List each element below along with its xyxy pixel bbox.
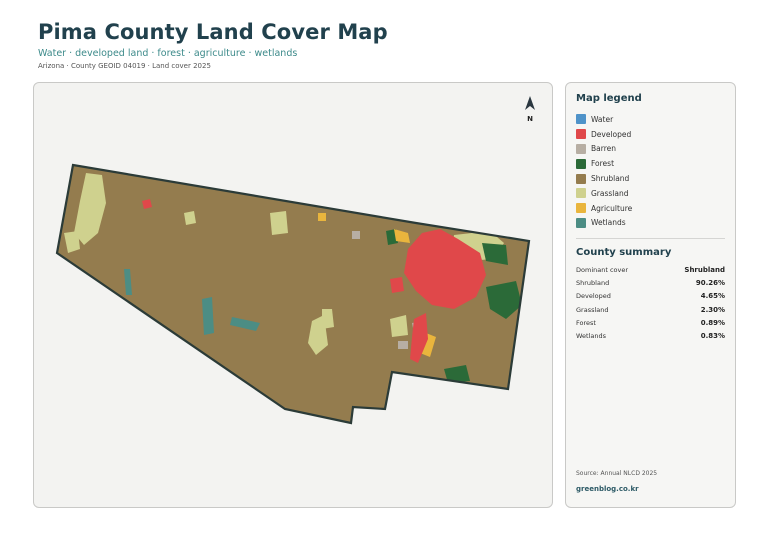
summary-row: Dominant cover Shrubland (576, 263, 725, 276)
data-source: Source: Annual NLCD 2025 (576, 470, 658, 477)
legend-swatch-agriculture (576, 203, 586, 214)
legend-swatch-developed (576, 129, 586, 140)
developed-area (390, 277, 404, 293)
summary-value: 0.89% (700, 318, 725, 327)
summary-row: Wetlands 0.83% (576, 329, 725, 342)
legend-item-wetlands: Wetlands (576, 216, 725, 231)
legend-label-wetlands: Wetlands (591, 218, 626, 228)
summary-key: Forest (576, 318, 596, 327)
legend-swatch-wetlands (576, 217, 586, 228)
grassland-patch (270, 211, 288, 235)
summary-value: 90.26% (695, 279, 725, 288)
legend-swatch-water (576, 114, 586, 125)
legend-list: Water Developed Barren Forest Shrubland … (576, 112, 725, 230)
page-meta: Arizona · County GEOID 04019 · Land cove… (38, 62, 211, 70)
page-header: Pima County Land Cover Map Water · devel… (38, 20, 738, 70)
page-title: Pima County Land Cover Map (38, 20, 388, 44)
north-label: N (527, 115, 533, 123)
barren-patch (352, 231, 360, 239)
legend-swatch-grassland (576, 188, 586, 199)
legend-label-forest: Forest (591, 159, 615, 169)
summary-value: 0.83% (700, 331, 725, 340)
legend-item-grassland: Grassland (576, 186, 725, 201)
site-credit[interactable]: greenblog.co.kr (576, 485, 639, 493)
legend-label-agriculture: Agriculture (591, 203, 633, 213)
legend-label-barren: Barren (591, 144, 616, 154)
summary-row: Grassland 2.30% (576, 303, 725, 316)
legend-label-shrubland: Shrubland (591, 174, 630, 184)
panel-divider (576, 238, 725, 240)
legend-item-forest: Forest (576, 156, 725, 171)
summary-list: Dominant cover Shrubland Shrubland 90.26… (576, 263, 725, 342)
legend-heading: Map legend (576, 93, 642, 104)
summary-key: Dominant cover (576, 265, 629, 274)
legend-item-water: Water (576, 112, 725, 127)
legend-item-agriculture: Agriculture (576, 201, 725, 216)
legend-swatch-forest (576, 158, 586, 169)
land-cover-map[interactable] (34, 83, 553, 508)
summary-value: 4.65% (700, 292, 725, 301)
summary-key: Developed (576, 292, 611, 301)
summary-row: Shrubland 90.26% (576, 277, 725, 290)
legend-label-grassland: Grassland (591, 188, 629, 198)
legend-swatch-barren (576, 143, 586, 154)
barren-patch (398, 341, 408, 349)
page-subtitle: Water · developed land · forest · agricu… (38, 48, 298, 59)
legend-item-shrubland: Shrubland (576, 171, 725, 186)
north-arrow: N (523, 95, 537, 123)
summary-key: Grassland (576, 305, 609, 314)
summary-heading: County summary (576, 247, 672, 259)
legend-label-developed: Developed (591, 129, 632, 139)
wetlands-patch (202, 297, 214, 335)
north-arrow-icon (525, 96, 535, 110)
grassland-patch (184, 211, 196, 225)
summary-row: Developed 4.65% (576, 290, 725, 303)
legend-swatch-shrubland (576, 173, 586, 184)
legend-item-developed: Developed (576, 127, 725, 142)
summary-key: Wetlands (576, 331, 607, 340)
agriculture-patch (318, 213, 326, 221)
map-panel[interactable]: N (33, 82, 553, 508)
legend-item-barren: Barren (576, 142, 725, 157)
summary-value: Shrubland (684, 265, 725, 274)
side-panel: Map legend Water Developed Barren Forest… (565, 82, 736, 508)
grassland-patch (322, 309, 334, 329)
summary-key: Shrubland (576, 279, 610, 288)
legend-label-water: Water (591, 114, 614, 124)
summary-value: 2.30% (700, 305, 725, 314)
summary-row: Forest 0.89% (576, 316, 725, 329)
